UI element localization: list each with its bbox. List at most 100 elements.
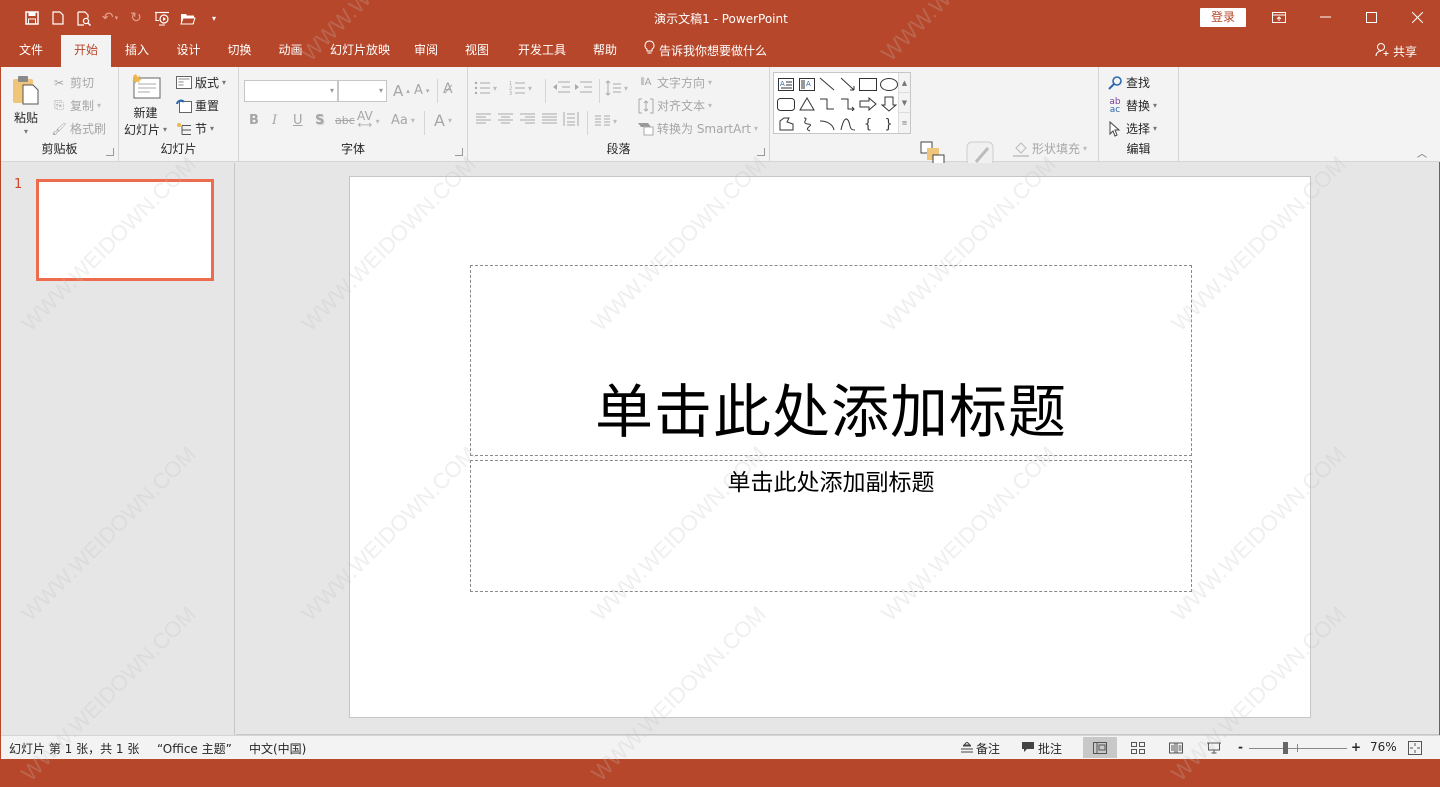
shape-7-icon[interactable] (776, 95, 796, 113)
zoom-out-button[interactable]: - (1238, 740, 1243, 754)
select-button[interactable]: 选择 ▾ (1107, 120, 1157, 137)
tab-help[interactable]: 帮助 (578, 35, 632, 67)
cut-button[interactable]: ✂ 剪切 (51, 74, 94, 91)
bold-button[interactable]: B (249, 113, 259, 128)
sign-in-button[interactable]: 登录 (1200, 8, 1246, 27)
shape-15-icon[interactable] (817, 115, 837, 133)
shape-13-icon[interactable] (776, 115, 796, 133)
shape-14-icon[interactable] (797, 115, 817, 133)
shape-fill-button[interactable]: 形状填充 ▾ (1013, 140, 1087, 157)
shape-10-icon[interactable] (838, 95, 858, 113)
section-button[interactable]: 节 ▾ (176, 120, 214, 137)
ribbon-display-icon[interactable] (1256, 1, 1302, 33)
tab-animations[interactable]: 动画 (265, 35, 316, 67)
dialog-launcher-icon[interactable] (455, 148, 463, 156)
gallery-scroll-up-icon[interactable]: ▲ (899, 73, 910, 93)
normal-view-icon[interactable] (1083, 737, 1117, 758)
paste-button[interactable]: 粘贴 ▾ (11, 73, 41, 136)
slide-canvas[interactable]: 单击此处添加标题 单击此处添加副标题 (349, 176, 1311, 718)
italic-button[interactable]: I (272, 113, 277, 128)
tab-design[interactable]: 设计 (163, 35, 214, 67)
shape-5-icon[interactable] (858, 75, 878, 93)
shadow-button[interactable]: S (315, 113, 324, 128)
shape-18-icon[interactable]: } (879, 115, 899, 133)
slide-thumbnail[interactable] (36, 179, 214, 281)
shape-4-icon[interactable] (838, 75, 858, 93)
grow-font-button[interactable]: A ▴ (393, 82, 410, 100)
distributed-icon[interactable] (563, 111, 579, 127)
slide-sorter-icon[interactable] (1121, 737, 1155, 758)
align-right-icon[interactable] (520, 113, 535, 125)
zoom-level[interactable]: 76% (1370, 740, 1397, 754)
shape-16-icon[interactable] (838, 115, 858, 133)
language-status[interactable]: 中文(中国) (249, 740, 306, 757)
copy-button[interactable]: ⎘ 复制 ▾ (51, 97, 101, 114)
justify-icon[interactable] (542, 113, 557, 125)
font-size-combobox[interactable]: ▾ (338, 80, 387, 102)
tab-slideshow[interactable]: 幻灯片放映 (316, 35, 404, 67)
shape-3-icon[interactable] (817, 75, 837, 93)
shrink-font-button[interactable]: A ▾ (414, 83, 429, 98)
numbering-button[interactable]: 123 ▾ (509, 80, 532, 96)
align-left-icon[interactable] (476, 113, 491, 125)
find-button[interactable]: 查找 (1107, 74, 1150, 91)
gallery-more-icon[interactable]: ≡ (899, 113, 910, 133)
convert-smartart-button[interactable]: 转换为 SmartArt ▾ (638, 120, 758, 137)
strikethrough-button[interactable]: abc (335, 114, 355, 127)
minimize-icon[interactable] (1302, 1, 1348, 33)
change-case-button[interactable]: Aa ▾ (391, 113, 415, 128)
dialog-launcher-icon[interactable] (757, 148, 765, 156)
zoom-slider[interactable] (1249, 748, 1347, 749)
bullets-button[interactable]: ▾ (474, 80, 497, 96)
reading-view-icon[interactable] (1159, 737, 1193, 758)
line-spacing-button[interactable]: ▾ (605, 80, 628, 96)
increase-indent-icon[interactable] (574, 80, 592, 94)
shape-8-icon[interactable] (797, 95, 817, 113)
slideshow-view-icon[interactable] (1197, 737, 1231, 758)
new-slide-button[interactable]: 新建 幻灯片 ▾ (124, 73, 167, 138)
shape-9-icon[interactable] (817, 95, 837, 113)
share-button[interactable]: 共享 (1375, 42, 1417, 60)
shape-2-icon[interactable]: A (797, 75, 817, 93)
layout-button[interactable]: 版式 ▾ (176, 74, 226, 91)
underline-button[interactable]: U (293, 113, 303, 128)
character-spacing-button[interactable]: AV ⟷ ▾ (357, 110, 380, 131)
notes-button[interactable]: 备注 (961, 740, 1000, 757)
tab-file[interactable]: 文件 (1, 35, 61, 67)
subtitle-placeholder[interactable]: 单击此处添加副标题 (470, 460, 1192, 592)
shape-11-icon[interactable] (858, 95, 878, 113)
chevron-down-icon[interactable]: ▾ (330, 86, 334, 95)
tab-developer[interactable]: 开发工具 (506, 35, 578, 67)
shape-12-icon[interactable] (879, 95, 899, 113)
zoom-slider-thumb[interactable] (1282, 742, 1288, 754)
clear-formatting-icon[interactable]: A̷ (443, 81, 453, 97)
close-icon[interactable] (1394, 1, 1440, 33)
comments-button[interactable]: 批注 (1021, 740, 1062, 757)
format-painter-button[interactable]: 🖌 格式刷 (51, 120, 106, 137)
decrease-indent-icon[interactable] (552, 80, 570, 94)
gallery-scroll-down-icon[interactable]: ▼ (899, 93, 910, 113)
shape-1-icon[interactable]: A (776, 75, 796, 93)
reset-button[interactable]: 重置 (176, 97, 219, 114)
align-center-icon[interactable] (498, 113, 513, 125)
text-direction-button[interactable]: ⫴A 文字方向 ▾ (638, 74, 712, 91)
shape-6-icon[interactable] (879, 75, 899, 93)
collapse-ribbon-icon[interactable]: ︿ (1417, 145, 1427, 160)
tab-review[interactable]: 审阅 (404, 35, 448, 67)
tab-insert[interactable]: 插入 (111, 35, 163, 67)
font-color-button[interactable]: A ▾ (434, 111, 452, 130)
gallery-scrollbar[interactable]: ▲ ▼ ≡ (898, 73, 910, 133)
font-name-combobox[interactable]: ▾ (244, 80, 338, 102)
columns-button[interactable]: ▾ (594, 113, 617, 129)
zoom-in-button[interactable]: + (1351, 740, 1361, 754)
tab-transitions[interactable]: 切换 (214, 35, 265, 67)
align-text-button[interactable]: 对齐文本 ▾ (638, 97, 712, 114)
tab-home[interactable]: 开始 (61, 35, 111, 67)
title-placeholder[interactable]: 单击此处添加标题 (470, 265, 1192, 456)
dialog-launcher-icon[interactable] (106, 148, 114, 156)
maximize-icon[interactable] (1348, 1, 1394, 33)
tell-me-search[interactable]: 告诉我你想要做什么 (632, 35, 767, 67)
fit-to-window-icon[interactable] (1401, 737, 1429, 758)
shape-17-icon[interactable]: { (858, 115, 878, 133)
tab-view[interactable]: 视图 (448, 35, 506, 67)
